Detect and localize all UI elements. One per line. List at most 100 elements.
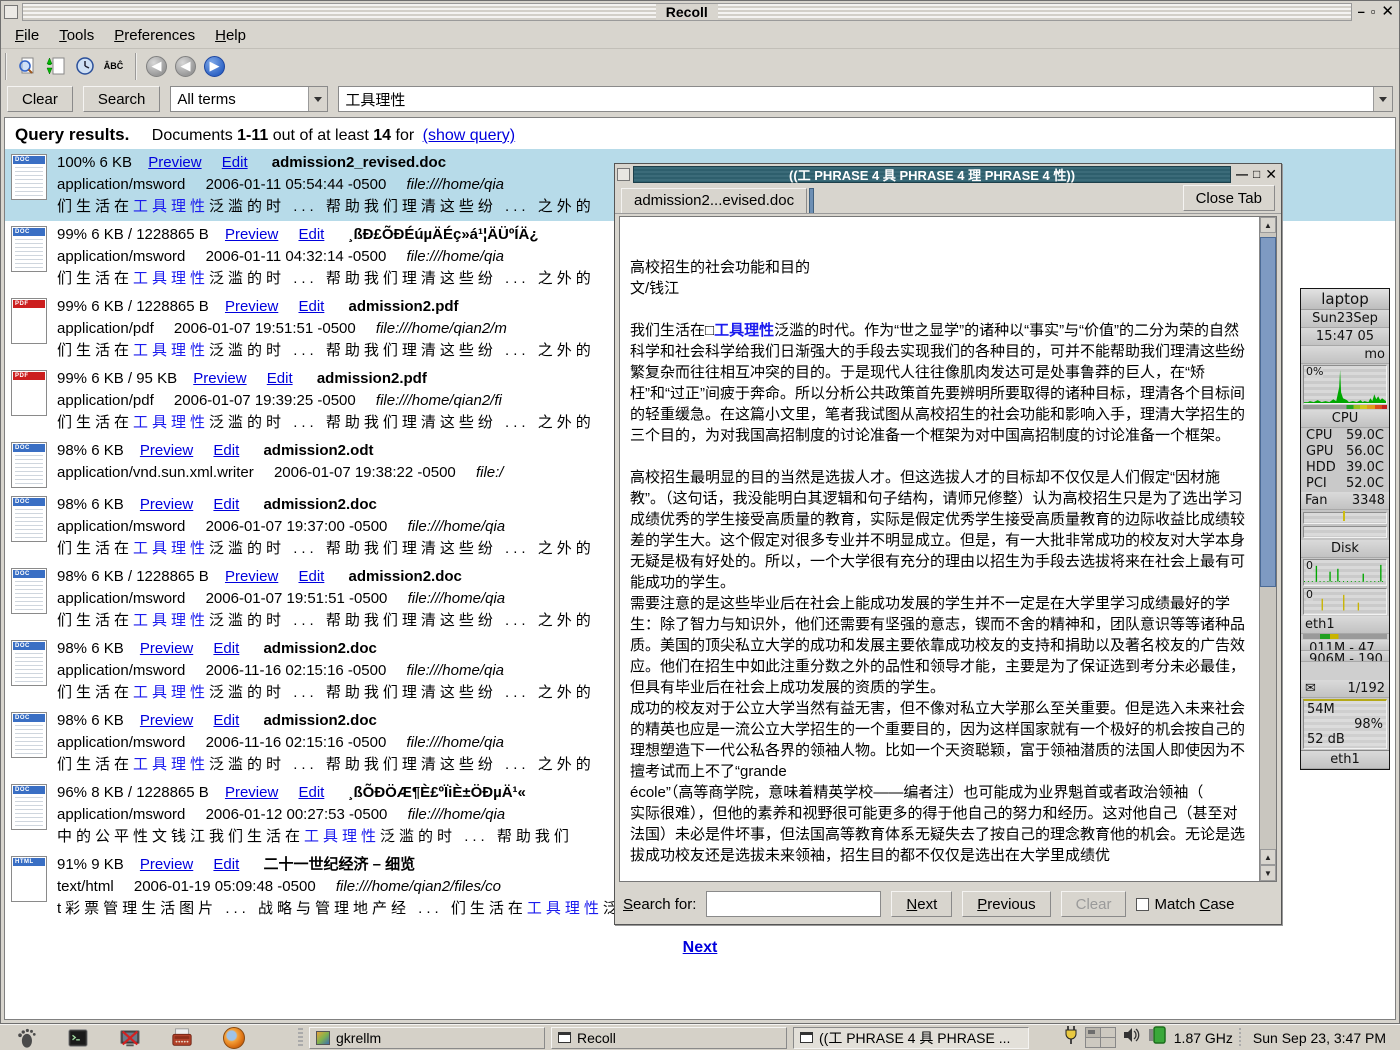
close-icon[interactable]: ✕ [1265, 166, 1277, 183]
find-next-button[interactable]: Next [891, 891, 952, 917]
next-page-button[interactable]: ▶ [201, 53, 228, 80]
wifi-rate: 54M [1307, 702, 1383, 717]
wireless-panel: 54M 98% 52 dB [1303, 699, 1387, 749]
maximize-icon[interactable]: ▫ [1371, 5, 1376, 19]
cpu-usage-value: 0% [1306, 366, 1323, 378]
panel-handle[interactable] [298, 1028, 303, 1048]
gnome-menu-icon[interactable] [14, 1026, 38, 1050]
edit-link[interactable]: Edit [298, 298, 324, 315]
terminal-icon[interactable] [66, 1026, 90, 1050]
hostname[interactable]: laptop [1301, 289, 1389, 310]
task-preview[interactable]: ((工 PHRASE 4 具 PHRASE ... [793, 1027, 1029, 1049]
net-rx-value: .011M - 47 [1301, 640, 1389, 651]
sensor-label: PCI [1306, 476, 1327, 492]
preview-search-input[interactable] [706, 891, 881, 917]
edit-link[interactable]: Edit [298, 784, 324, 801]
result-mimetype: application/msword [57, 662, 185, 679]
first-page-button[interactable]: ◀ [143, 53, 170, 80]
chevron-down-icon[interactable] [1373, 87, 1392, 111]
preview-link[interactable]: Preview [140, 712, 193, 729]
window-menu-icon[interactable] [4, 5, 18, 19]
workspace-switcher[interactable] [1085, 1027, 1116, 1048]
edit-link[interactable]: Edit [213, 496, 239, 513]
scroll-up-icon[interactable]: ▲ [1260, 849, 1276, 865]
sort-parameters-button[interactable] [42, 53, 69, 80]
tab-indicator [809, 188, 814, 213]
next-page-link[interactable]: Next [683, 939, 718, 956]
edit-link[interactable]: Edit [222, 154, 248, 171]
clock-icon [75, 56, 95, 76]
fan-chart [1301, 510, 1389, 539]
menu-tools[interactable]: Tools [49, 25, 104, 46]
display-lock-icon[interactable] [118, 1026, 142, 1050]
term-explorer-button[interactable]: ÂBĈ [100, 53, 127, 80]
search-input[interactable] [339, 91, 1373, 108]
preview-link[interactable]: Preview [140, 640, 193, 657]
close-icon[interactable]: ✕ [1381, 5, 1394, 19]
sensor-value: 59.0C [1346, 428, 1384, 444]
find-previous-button[interactable]: Previous [962, 891, 1050, 917]
menu-help[interactable]: Help [205, 25, 256, 46]
maximize-icon[interactable]: □ [1253, 167, 1260, 181]
preview-link[interactable]: Preview [225, 298, 278, 315]
clear-button[interactable]: Clear [7, 86, 73, 112]
advanced-search-button[interactable] [13, 53, 40, 80]
result-url: file:///home/qia [406, 176, 504, 193]
edit-link[interactable]: Edit [213, 640, 239, 657]
preview-link[interactable]: Preview [193, 370, 246, 387]
preview-link[interactable]: Preview [225, 226, 278, 243]
scroll-up-icon[interactable]: ▲ [1260, 217, 1276, 233]
query-combo [338, 86, 1393, 112]
edit-link[interactable]: Edit [213, 856, 239, 873]
window-menu-icon[interactable] [617, 168, 630, 181]
minimize-icon[interactable]: — [1236, 167, 1248, 181]
result-filename: admission2.pdf [317, 370, 427, 387]
task-gkrellm[interactable]: gkrellm [309, 1027, 545, 1049]
result-url: file:/ [476, 464, 504, 481]
result-filename: ¸ßÕÐÖÆ¶È£ºÏiÈ±ÖÐµÄ¹« [349, 784, 526, 801]
find-clear-button[interactable]: Clear [1061, 891, 1127, 917]
preview-tab[interactable]: admission2...evised.doc [621, 188, 807, 213]
preview-scrollbar[interactable]: ▲ ▲ ▼ [1259, 217, 1276, 881]
volume-icon[interactable] [1122, 1026, 1142, 1049]
edit-link[interactable]: Edit [298, 568, 324, 585]
cpu-freq-icon[interactable] [1148, 1026, 1168, 1049]
show-query-link[interactable]: (show query) [423, 127, 515, 144]
typewriter-icon[interactable] [170, 1026, 194, 1050]
edit-link[interactable]: Edit [298, 226, 324, 243]
result-rank: 100% 6 KB [57, 154, 132, 171]
preview-paragraph: 高校招生的社会功能和目的 [630, 257, 1249, 278]
search-button[interactable]: Search [83, 86, 161, 112]
scroll-down-icon[interactable]: ▼ [1260, 865, 1276, 881]
preview-link[interactable]: Preview [140, 856, 193, 873]
result-url: file:///home/qia [408, 806, 506, 823]
result-date: 2006-11-16 02:15:16 -0500 [206, 734, 387, 751]
close-tab-button[interactable]: Close Tab [1183, 185, 1275, 211]
result-date: 2006-01-19 05:09:48 -0500 [134, 878, 316, 895]
preview-paragraph: école”（高等商学院，意味着精英学校——编者注）也可能成为业界魁首或者政治领… [630, 782, 1249, 803]
menu-preferences[interactable]: Preferences [104, 25, 205, 46]
preview-link[interactable]: Preview [225, 784, 278, 801]
minimize-icon[interactable]: – [1358, 5, 1365, 19]
firefox-icon[interactable] [222, 1026, 246, 1050]
previous-page-button[interactable]: ◀ [172, 53, 199, 80]
preview-link[interactable]: Preview [140, 442, 193, 459]
history-button[interactable] [71, 53, 98, 80]
arrow-left-icon: ◀ [175, 56, 196, 77]
menu-file[interactable]: File [5, 25, 49, 46]
scrollbar-thumb[interactable] [1260, 237, 1276, 587]
edit-link[interactable]: Edit [213, 442, 239, 459]
match-case-checkbox[interactable] [1136, 898, 1149, 911]
task-recoll[interactable]: Recoll [551, 1027, 787, 1049]
edit-link[interactable]: Edit [213, 712, 239, 729]
clock[interactable]: Sun Sep 23, 3:47 PM [1247, 1030, 1396, 1046]
preview-link[interactable]: Preview [225, 568, 278, 585]
cpu-frequency[interactable]: 1.87 GHz [1174, 1030, 1233, 1046]
edit-link[interactable]: Edit [267, 370, 293, 387]
power-plug-icon[interactable] [1063, 1025, 1079, 1050]
chevron-down-icon[interactable] [308, 87, 327, 111]
preview-link[interactable]: Preview [140, 496, 193, 513]
preview-link[interactable]: Preview [148, 154, 201, 171]
search-mode-select[interactable]: All terms [170, 86, 328, 112]
sensor-value: 39.0C [1346, 460, 1384, 476]
